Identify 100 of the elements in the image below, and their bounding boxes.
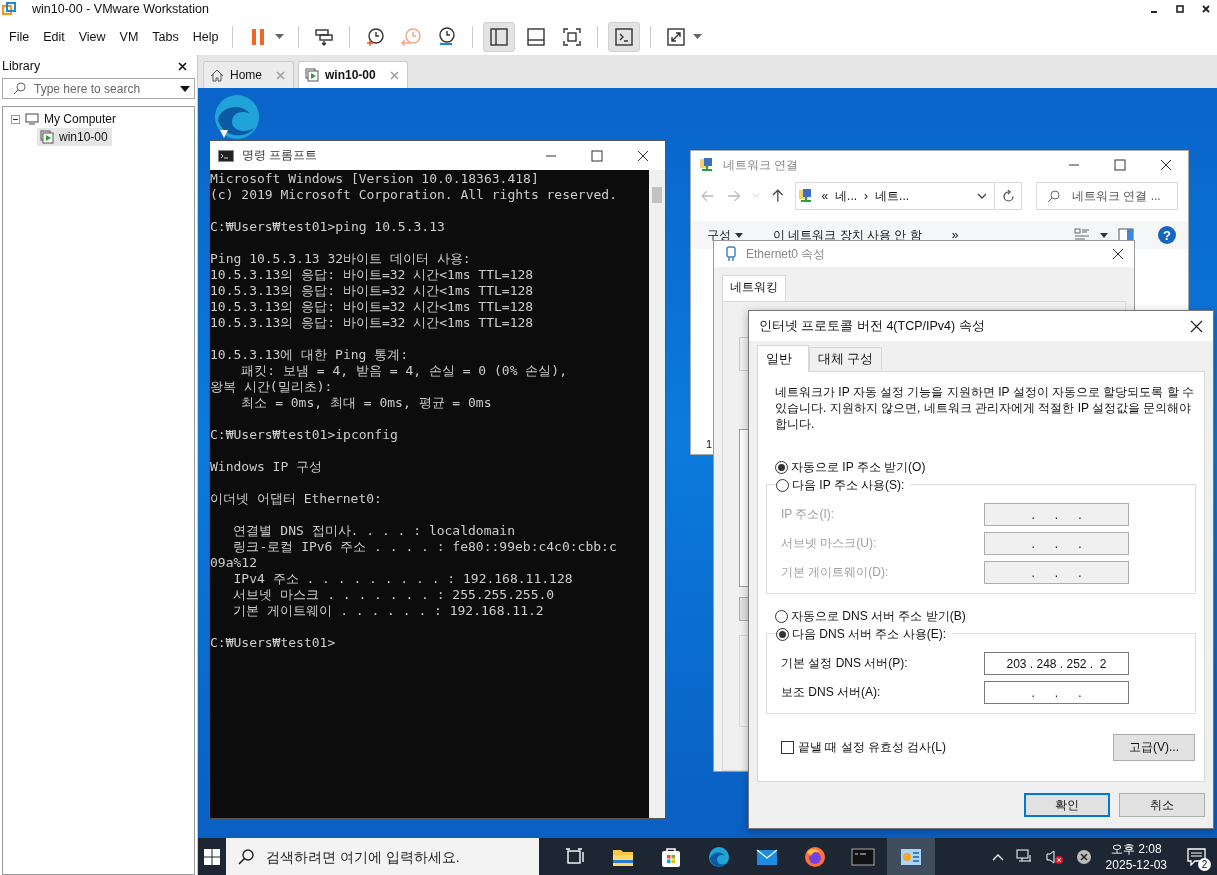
clock-back-icon (400, 25, 423, 48)
console-line: 기본 게이트웨이 . . . . . . : 192.168.11.2 (232, 603, 544, 619)
field-label: 보조 DNS 서버(A): (781, 684, 882, 701)
collapse-icon[interactable] (11, 114, 20, 124)
caret-icon[interactable] (1100, 232, 1108, 238)
menu-item[interactable]: File (3, 29, 37, 44)
console-line: 10.5.3.13의 응답: 바이트=32 시간<1ms TTL=128 (210, 299, 534, 315)
search-box[interactable]: 네트워크 연결 ... (1036, 182, 1178, 210)
clock-plus-icon (364, 25, 387, 48)
menu-item[interactable]: VM (112, 29, 146, 44)
checkbox[interactable] (781, 741, 794, 754)
radio-label[interactable]: 자동으로 DNS 서버 주소 받기(B) (791, 608, 966, 625)
advanced-button[interactable]: 고급(V)... (1113, 734, 1195, 761)
close-icon[interactable] (1112, 248, 1124, 260)
refresh-icon[interactable] (1002, 189, 1015, 203)
tab[interactable]: win10-00 (298, 61, 408, 88)
view-options-icon[interactable] (1074, 228, 1090, 242)
radio-label[interactable]: 자동으로 IP 주소 받기(O) (791, 459, 926, 476)
notification-button[interactable]: 2 (1177, 838, 1217, 875)
fullscreen-frame-icon (561, 25, 584, 48)
menu-item[interactable]: Edit (36, 29, 72, 44)
scrollbar[interactable] (649, 170, 665, 818)
search-icon (1047, 189, 1060, 203)
tree-item[interactable]: win10-00 (37, 128, 112, 146)
search-field[interactable]: Type here to search (32, 80, 174, 97)
dialog-button[interactable]: 확인 (1024, 793, 1110, 817)
menu-item[interactable]: Tabs (145, 29, 186, 44)
close-icon[interactable] (637, 149, 649, 162)
console-line: 왕복 시간(밀리초): (210, 379, 333, 395)
menu-item[interactable]: Help (185, 29, 226, 44)
preview-pane-icon[interactable] (1118, 228, 1134, 242)
console-line: 패킷: 보냄 = 4, 받음 = 4, 손실 = 0 (0% 손실), (240, 363, 567, 379)
breadcrumb-item[interactable]: « (821, 189, 829, 203)
chevron-down-icon[interactable] (977, 193, 987, 199)
console-line: (c) 2019 Microsoft Corporation. All rights reserved. (210, 187, 617, 203)
console-line: 10.5.3.13의 응답: 바이트=32 시간<1ms TTL=128 (210, 267, 534, 283)
console-line: Ping 10.5.3.13 32바이트 데이터 사용: (210, 251, 471, 267)
radio-button[interactable] (776, 628, 789, 641)
home-icon (210, 68, 224, 82)
console-line: C:₩Users₩test01>ping 10.5.3.13 (210, 219, 445, 235)
radio-button[interactable] (776, 479, 789, 492)
app-logo-icon (2, 2, 16, 16)
help-button[interactable]: ? (1158, 226, 1176, 244)
field-label: IP 주소(I): (781, 506, 836, 523)
notification-count: 2 (1198, 858, 1211, 871)
close-icon[interactable] (1160, 159, 1172, 171)
field-label: 기본 설정 DNS 서버(P): (781, 655, 909, 672)
console-line: 10.5.3.13의 응답: 바이트=32 시간<1ms TTL=128 (210, 315, 534, 331)
search-icon (238, 848, 254, 865)
ip-address-field[interactable]: 203 . 248 . 252 . 2 (984, 652, 1129, 675)
console-line: 09a%12 (210, 555, 257, 571)
up-arrow-icon[interactable] (771, 189, 784, 203)
close-icon[interactable] (1190, 319, 1203, 333)
window-title: 네트워크 연결 (723, 156, 799, 174)
breadcrumb-item[interactable]: 네... (835, 187, 858, 205)
console-line: 10.5.3.13에 대한 Ping 통계: (210, 347, 409, 363)
window-title: 인터넷 프로토콜 버전 4(TCP/IPv4) 속성 (759, 317, 985, 335)
close-icon[interactable] (1201, 4, 1211, 14)
chevron-up-icon[interactable] (991, 852, 1004, 861)
console-line: 링크-로컬 IPv6 주소 . . . . : fe80::99eb:c4c0:cbb:c (232, 539, 617, 555)
ip-address-field[interactable]: . . . (984, 681, 1129, 704)
clock[interactable]: 오후 2:08 2025-12-03 (1105, 840, 1167, 873)
tab[interactable]: Home (203, 61, 294, 88)
field-label: 서브넷 마스크(U): (781, 535, 878, 552)
close-icon[interactable] (178, 61, 187, 71)
console-line: 서브넷 마스크 . . . . . . . : 255.255.255.0 (232, 587, 555, 603)
console-line: C:₩Users₩test01> (210, 635, 336, 651)
radio-button[interactable] (775, 610, 788, 623)
windows-start-icon[interactable] (204, 848, 220, 865)
console-line: 최소 = 0ms, 최대 = 0ms, 평균 = 0ms (240, 395, 492, 411)
checkbox-label[interactable]: 끝낼 때 설정 유효성 검사(L) (798, 739, 946, 756)
window-title: Ethernet0 속성 (746, 245, 826, 263)
search-field[interactable]: 네트워크 연결 ... (1070, 188, 1177, 204)
search-field[interactable]: 검색하려면 여기에 입력하세요. (264, 847, 539, 866)
command-button[interactable]: » (951, 228, 959, 242)
tab[interactable]: 네트워킹 (722, 275, 786, 301)
toolbar-button[interactable] (608, 21, 641, 52)
console-line: Windows IP 구성 (210, 459, 323, 475)
panel-title: Library (2, 59, 41, 73)
tab[interactable]: 일반 (757, 345, 809, 372)
breadcrumb-item[interactable]: 네트... (875, 187, 910, 205)
maximize-icon[interactable] (1175, 4, 1185, 14)
search-box[interactable]: Type here to search (2, 78, 195, 99)
radio-button[interactable] (775, 461, 788, 474)
breadcrumb-item[interactable]: › (864, 189, 869, 203)
tab[interactable]: 대체 구성 (809, 347, 883, 371)
vm-running-icon (305, 68, 319, 82)
console-line: 연결별 DNS 접미사. . . . : localdomain (232, 523, 515, 539)
toolbar-button[interactable] (483, 21, 516, 52)
dialog-button[interactable]: 취소 (1119, 793, 1205, 817)
search-box[interactable]: 검색하려면 여기에 입력하세요. (226, 838, 539, 875)
dropdown-arrow-icon[interactable] (180, 85, 190, 92)
radio-label[interactable]: 다음 IP 주소 사용(S): (792, 477, 905, 494)
network-icon[interactable] (1015, 848, 1034, 865)
address-bar[interactable]: « 네... › 네트... (795, 182, 1022, 210)
x-circle-icon[interactable] (1075, 848, 1092, 865)
speaker-muted-icon[interactable] (1045, 848, 1064, 865)
console-app-icon (218, 149, 234, 162)
menu-item[interactable]: View (71, 29, 113, 44)
tree-item[interactable]: My Computer (3, 110, 121, 128)
